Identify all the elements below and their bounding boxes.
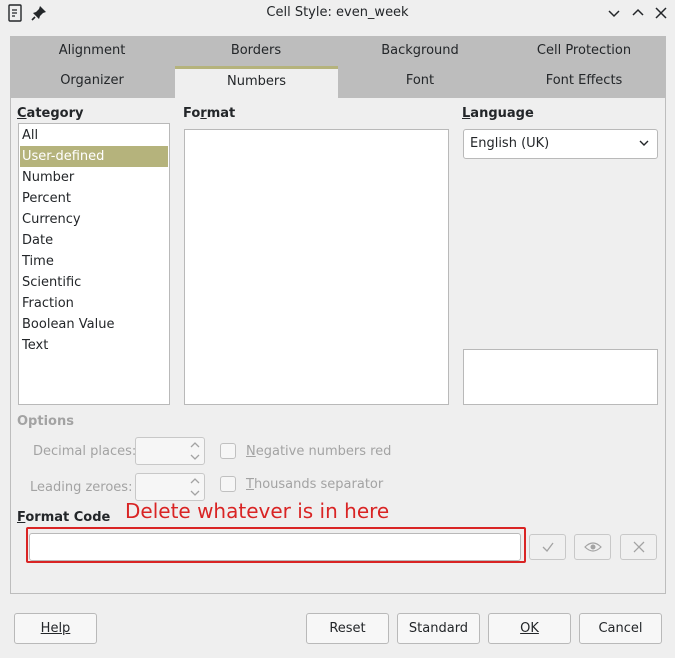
tab-organizer[interactable]: Organizer <box>10 66 174 96</box>
annotation-text: Delete whatever is in here <box>125 499 390 523</box>
decimal-places-spin[interactable] <box>135 437 205 465</box>
category-item-currency[interactable]: Currency <box>20 209 168 230</box>
language-select-value: English (UK) <box>470 136 550 151</box>
thousands-separator-checkbox[interactable] <box>220 476 236 492</box>
tab-borders[interactable]: Borders <box>174 36 338 66</box>
language-label: Language <box>462 106 534 121</box>
category-item-scientific[interactable]: Scientific <box>20 272 168 293</box>
check-icon <box>542 542 554 552</box>
apply-format-button[interactable] <box>529 534 566 560</box>
leading-zeroes-label: Leading zeroes: <box>30 480 133 495</box>
language-select[interactable]: English (UK) <box>463 129 658 159</box>
negative-red-checkbox[interactable] <box>220 443 236 459</box>
category-item-date[interactable]: Date <box>20 230 168 251</box>
tab-alignment[interactable]: Alignment <box>10 36 174 66</box>
options-label: Options <box>17 414 74 429</box>
spin-down-icon[interactable] <box>190 453 200 461</box>
spin-down-icon[interactable] <box>190 489 200 497</box>
annotation-highlight-box <box>26 527 526 563</box>
category-item-boolean-value[interactable]: Boolean Value <box>20 314 168 335</box>
format-label: Format <box>183 106 236 121</box>
thousands-separator-label: Thousands separator <box>246 477 384 492</box>
eye-icon <box>584 542 602 552</box>
negative-red-label: Negative numbers red <box>246 444 392 459</box>
tab-font-effects[interactable]: Font Effects <box>502 66 666 96</box>
format-code-label: Format Code <box>17 510 111 525</box>
standard-button[interactable]: Standard <box>397 613 480 644</box>
maximize-icon[interactable] <box>629 4 647 22</box>
category-item-percent[interactable]: Percent <box>20 188 168 209</box>
category-item-time[interactable]: Time <box>20 251 168 272</box>
cancel-button[interactable]: Cancel <box>579 613 662 644</box>
tab-cell-protection[interactable]: Cell Protection <box>502 36 666 66</box>
category-item-all[interactable]: All <box>20 125 168 146</box>
window-title: Cell Style: even_week <box>266 5 409 20</box>
tab-numbers[interactable]: Numbers <box>175 66 338 98</box>
delete-format-button[interactable] <box>620 534 657 560</box>
reset-button[interactable]: Reset <box>306 613 389 644</box>
category-label: Category <box>17 106 84 121</box>
format-preview-box <box>463 349 658 405</box>
tab-background[interactable]: Background <box>338 36 502 66</box>
spin-up-icon[interactable] <box>190 441 200 449</box>
title-bar: Cell Style: even_week <box>0 0 675 26</box>
category-item-number[interactable]: Number <box>20 167 168 188</box>
leading-zeroes-spin[interactable] <box>135 473 205 501</box>
category-item-fraction[interactable]: Fraction <box>20 293 168 314</box>
x-icon <box>633 541 645 553</box>
chevron-down-icon <box>639 140 649 146</box>
format-listbox[interactable] <box>184 129 449 405</box>
tab-bar: Alignment Borders Background Cell Protec… <box>10 36 666 98</box>
category-item-text[interactable]: Text <box>20 335 168 356</box>
category-item-user-defined[interactable]: User-defined <box>20 146 168 167</box>
help-button[interactable]: Help <box>14 613 97 644</box>
spin-up-icon[interactable] <box>190 477 200 485</box>
ok-button[interactable]: OK <box>488 613 571 644</box>
close-icon[interactable] <box>652 4 670 22</box>
decimal-places-label: Decimal places: <box>33 444 137 459</box>
preview-format-button[interactable] <box>574 534 611 560</box>
tab-font[interactable]: Font <box>338 66 502 96</box>
category-listbox[interactable]: All User-defined Number Percent Currency… <box>18 123 170 405</box>
minimize-icon[interactable] <box>605 4 623 22</box>
